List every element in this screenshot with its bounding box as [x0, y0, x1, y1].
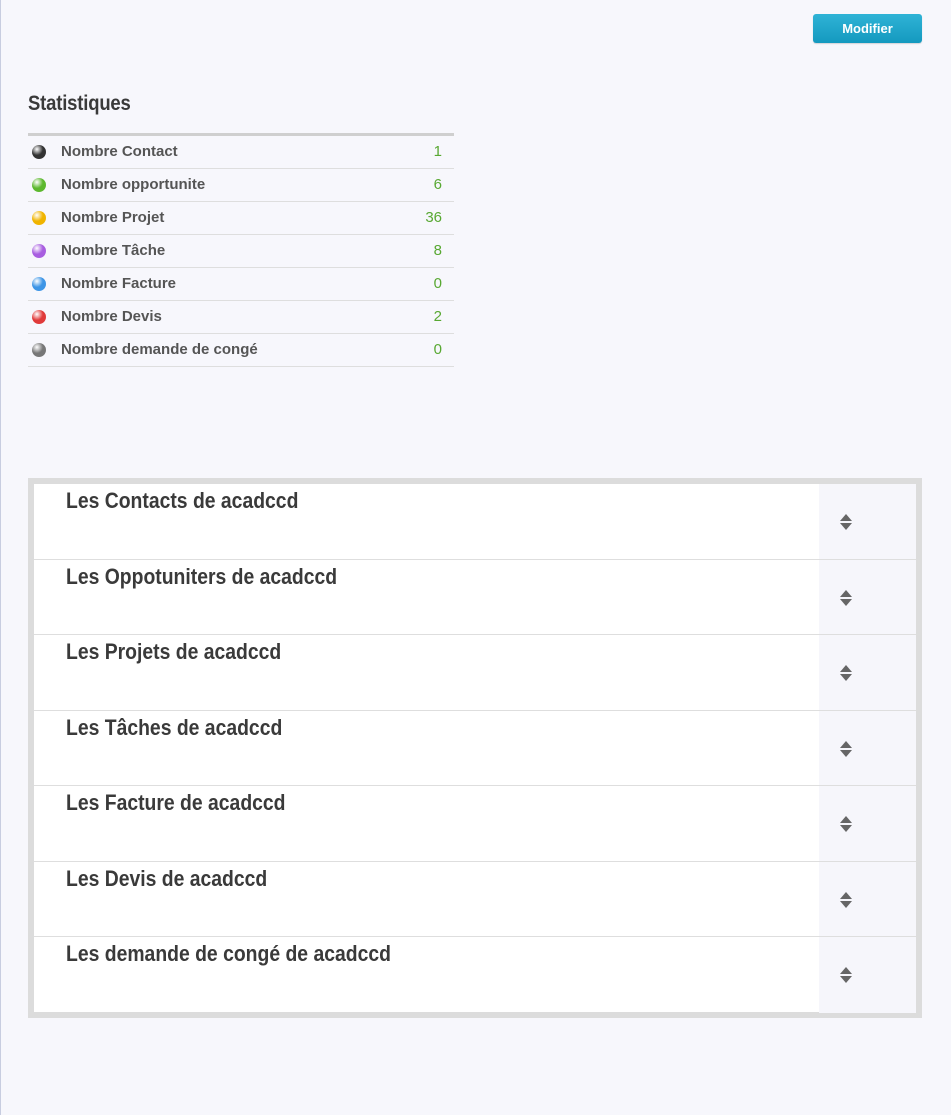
stat-label: Nombre Tâche: [61, 242, 166, 259]
accordion-item-title: Les Oppotuniters de acadccd: [66, 563, 338, 589]
accordion-item-title: Les Tâches de acadccd: [66, 714, 283, 740]
status-dot-icon: [32, 310, 46, 324]
stat-row: Nombre Facture 0: [28, 268, 454, 301]
stat-value: 6: [433, 176, 442, 193]
stat-row: Nombre Tâche 8: [28, 235, 454, 268]
accordion-item[interactable]: Les Oppotuniters de acadccd: [34, 559, 916, 635]
stat-row: Nombre Contact 1: [28, 136, 454, 169]
status-dot-icon: [32, 211, 46, 225]
accordion-item[interactable]: Les demande de congé de acadccd: [34, 937, 916, 1013]
status-dot-icon: [32, 145, 46, 159]
stat-value: 1: [433, 143, 442, 160]
accordion-item[interactable]: Les Projets de acadccd: [34, 635, 916, 711]
stat-value: 2: [433, 308, 442, 325]
accordion-panel: Les Contacts de acadccd Les Oppotuniters …: [28, 478, 922, 1018]
stat-value: 0: [433, 275, 442, 292]
accordion-toggle[interactable]: [819, 861, 916, 936]
stat-row: Nombre demande de congé 0: [28, 334, 454, 367]
sort-icon: [840, 816, 852, 832]
sort-icon: [840, 665, 852, 681]
accordion-item-title: Les Devis de acadccd: [66, 865, 268, 891]
stat-label: Nombre Projet: [61, 209, 165, 226]
stat-label: Nombre Contact: [61, 143, 178, 160]
stat-row: Nombre Devis 2: [28, 301, 454, 334]
accordion-toggle[interactable]: [819, 635, 916, 710]
status-dot-icon: [32, 178, 46, 192]
statistics-table: Nombre Contact 1 Nombre opportunite 6 Nombre…: [28, 133, 454, 367]
sort-icon: [840, 967, 852, 983]
stat-label: Nombre Facture: [61, 275, 177, 292]
status-dot-icon: [32, 244, 46, 258]
stat-row: Nombre opportunite 6: [28, 169, 454, 202]
status-dot-icon: [32, 277, 46, 291]
sort-icon: [840, 891, 852, 908]
modify-button[interactable]: Modifier: [813, 14, 922, 43]
stat-value: 8: [433, 242, 442, 259]
accordion-item[interactable]: Les Facture de acadccd: [34, 786, 916, 862]
stat-label: Nombre Devis: [61, 308, 162, 325]
sort-icon: [840, 589, 852, 606]
status-dot-icon: [32, 343, 46, 357]
statistics-title: Statistiques: [28, 92, 131, 115]
stat-value: 0: [433, 341, 442, 358]
accordion-item[interactable]: Les Tâches de acadccd: [34, 710, 916, 786]
accordion-item[interactable]: Les Contacts de acadccd: [34, 484, 916, 560]
accordion-item-title: Les Contacts de acadccd: [66, 488, 299, 513]
accordion-item[interactable]: Les Devis de acadccd: [34, 861, 916, 937]
stat-label: Nombre opportunite: [61, 176, 206, 193]
stat-value: 36: [425, 209, 442, 226]
accordion-toggle[interactable]: [819, 559, 916, 634]
sort-icon: [840, 740, 852, 757]
accordion-item-title: Les Facture de acadccd: [66, 790, 286, 815]
accordion-toggle[interactable]: [819, 786, 916, 861]
stat-row: Nombre Projet 36: [28, 202, 454, 235]
accordion-toggle[interactable]: [819, 710, 916, 785]
accordion-toggle[interactable]: [819, 937, 916, 1013]
sort-icon: [840, 514, 852, 530]
stat-label: Nombre demande de congé: [61, 341, 258, 358]
accordion-toggle[interactable]: [819, 484, 916, 559]
accordion-item-title: Les demande de congé de acadccd: [66, 941, 391, 966]
accordion-item-title: Les Projets de acadccd: [66, 639, 282, 664]
